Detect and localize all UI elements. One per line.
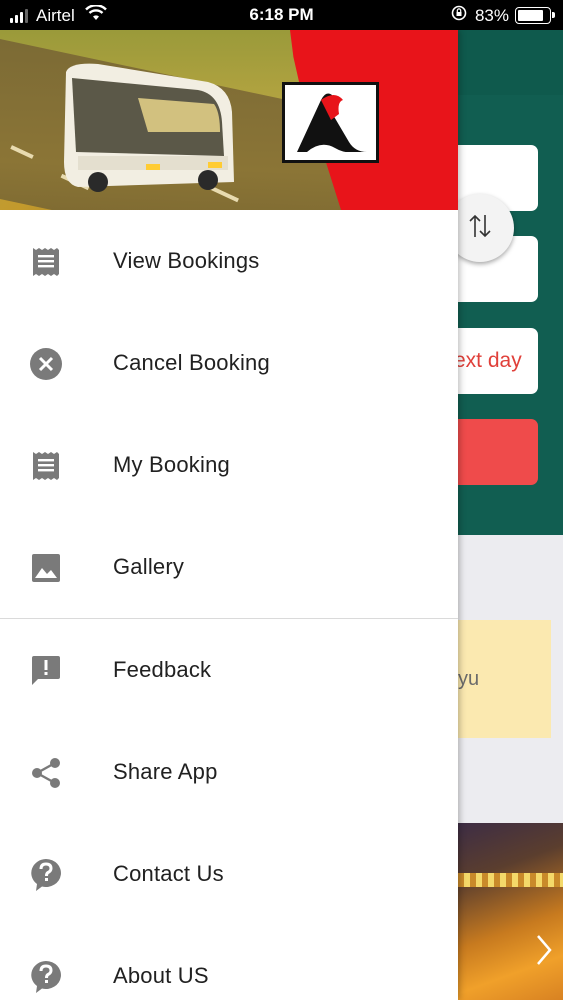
menu-item-label: About US: [113, 963, 209, 988]
menu-item-label: Gallery: [113, 554, 185, 579]
image-icon: [29, 551, 63, 585]
menu-item-share-app[interactable]: Share App: [0, 721, 458, 823]
share-icon: [29, 756, 63, 790]
menu-item-label: Share App: [113, 759, 218, 784]
company-logo: [282, 82, 379, 163]
menu-item-gallery[interactable]: Gallery: [0, 516, 458, 618]
menu-item-cancel-booking[interactable]: Cancel Booking: [0, 312, 458, 414]
navigation-drawer: View Bookings Cancel Booking My Booking …: [0, 30, 458, 1000]
menu-item-label: My Booking: [113, 452, 230, 477]
receipt-icon: [29, 245, 63, 279]
help-icon: [29, 858, 63, 892]
cancel-icon: [29, 347, 63, 381]
menu-item-contact-us[interactable]: Contact Us: [0, 823, 458, 925]
menu-item-view-bookings[interactable]: View Bookings: [0, 210, 458, 312]
bus-image: [64, 63, 234, 192]
receipt-icon: [29, 449, 63, 483]
gallery-banner-image[interactable]: [440, 823, 563, 1000]
menu-item-label: Feedback: [113, 657, 212, 682]
status-bar: Airtel 6:18 PM 83%: [0, 0, 563, 30]
feedback-icon: [29, 654, 63, 688]
menu-item-label: Cancel Booking: [113, 350, 270, 375]
menu-item-about-us[interactable]: About US: [0, 925, 458, 1000]
menu-item-feedback[interactable]: Feedback: [0, 619, 458, 721]
battery-percent: 83%: [474, 5, 509, 25]
menu-item-label: Contact Us: [113, 861, 224, 886]
swap-icon: [463, 209, 497, 248]
drawer-menu: View Bookings Cancel Booking My Booking …: [0, 210, 458, 1000]
menu-item-label: View Bookings: [113, 248, 260, 273]
drawer-header-image: [0, 30, 458, 210]
rotation-lock-icon: [451, 5, 467, 26]
battery-icon: [515, 7, 555, 24]
menu-item-my-booking[interactable]: My Booking: [0, 414, 458, 516]
help-icon: [29, 960, 63, 994]
chevron-right-icon[interactable]: [535, 933, 553, 976]
